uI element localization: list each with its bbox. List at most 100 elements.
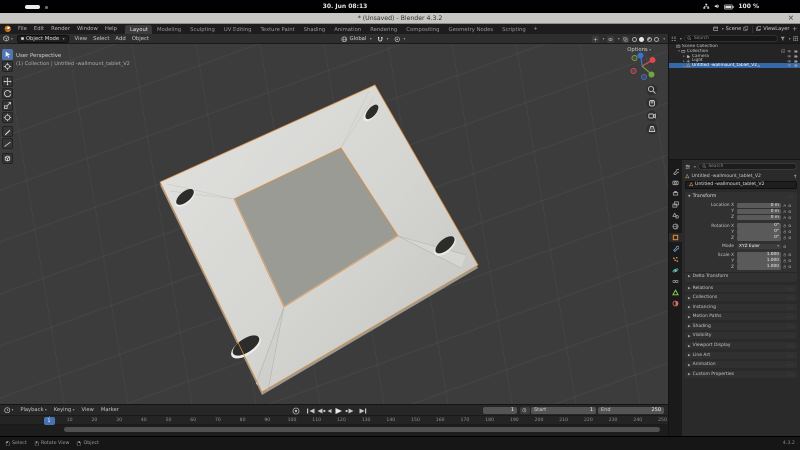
snap-magnet-icon[interactable] — [377, 36, 384, 43]
lock-icon[interactable] — [783, 265, 787, 269]
number-field[interactable]: 0 m — [737, 202, 781, 209]
timeline-menu-view[interactable]: View — [78, 407, 97, 413]
lock-icon[interactable] — [783, 253, 787, 257]
tool-annotate[interactable] — [2, 126, 13, 137]
playback-controls[interactable] — [306, 407, 368, 415]
panel-animation[interactable]: ▶ Animation:::: — [685, 361, 797, 369]
animate-decorator-icon[interactable] — [788, 210, 792, 214]
timeline-menu-marker[interactable]: Marker — [97, 407, 122, 413]
timeline-editor-type[interactable]: ▾ — [0, 407, 17, 414]
tab-scripting[interactable]: Scripting — [498, 25, 531, 34]
animate-decorator-icon[interactable] — [788, 224, 792, 228]
viewport-3d[interactable]: User Perspective (1) Collection | Untitl… — [0, 44, 668, 404]
viewport-menu-object[interactable]: Object — [129, 36, 152, 42]
pan-hand-icon[interactable] — [646, 97, 658, 109]
outliner-options-icon[interactable] — [792, 36, 799, 42]
tab-rendering[interactable]: Rendering — [366, 25, 402, 34]
panel-collections[interactable]: ▶ Collections:::: — [685, 294, 797, 302]
menu-render[interactable]: Render — [48, 24, 74, 34]
transform-panel-header[interactable]: ▼ Transform :::: — [685, 192, 797, 200]
new-scene-icon[interactable] — [743, 26, 749, 32]
number-field[interactable]: 1.000 — [737, 264, 781, 270]
timeline-ruler[interactable]: 1 10 20 30 40 50 60 70 80 90 100 110 120 130 140 150 16… — [0, 416, 668, 425]
tool-scale[interactable] — [2, 99, 13, 111]
new-viewlayer-icon[interactable] — [792, 26, 798, 32]
properties-tab-constraints[interactable] — [669, 277, 682, 286]
frame-start-field[interactable]: Start 1 — [531, 406, 596, 414]
menu-help[interactable]: Help — [101, 24, 120, 34]
panel-relations[interactable]: ▶ Relations:::: — [685, 284, 797, 292]
animate-decorator-icon[interactable] — [788, 259, 792, 263]
animate-decorator-icon[interactable] — [788, 230, 792, 234]
panel-instancing[interactable]: ▶ Instancing:::: — [685, 303, 797, 311]
orientation-selector[interactable]: Global — [350, 36, 367, 42]
number-field[interactable]: 0° — [737, 235, 781, 241]
tool-move[interactable] — [2, 75, 13, 87]
current-frame-field[interactable]: 1 — [483, 406, 517, 414]
properties-tab-output[interactable] — [669, 189, 682, 198]
lock-icon[interactable] — [783, 236, 787, 240]
tool-add-cube[interactable] — [2, 152, 13, 164]
editor-type-3d-icon[interactable]: ▾ — [3, 35, 13, 42]
animate-decorator-icon[interactable] — [788, 216, 792, 220]
navigation-gizmo[interactable] — [630, 52, 664, 136]
number-field[interactable]: 1.000 — [737, 258, 781, 264]
lock-icon[interactable] — [783, 203, 787, 208]
filter-funnel-icon[interactable] — [780, 36, 786, 42]
timeline-menu-playback[interactable]: Playback ▾ — [17, 407, 50, 413]
xray-icon[interactable] — [622, 35, 630, 43]
tab-shading[interactable]: Shading — [299, 25, 330, 34]
tab-compositing[interactable]: Compositing — [402, 25, 444, 34]
properties-tab-material[interactable] — [669, 299, 682, 308]
cam-restrict-icon[interactable] — [793, 63, 799, 68]
viewport-menu-add[interactable]: Add — [112, 36, 128, 42]
shading-rendered-icon[interactable] — [654, 36, 660, 42]
panel-visibility[interactable]: ▶ Visibility:::: — [685, 332, 797, 340]
animate-decorator-icon[interactable] — [783, 245, 787, 249]
mode-dropdown[interactable]: XYZ Euler ▾ — [737, 243, 781, 250]
number-field[interactable]: 0 m — [737, 208, 781, 215]
animate-decorator-icon[interactable] — [788, 204, 792, 208]
pin-icon[interactable] — [793, 174, 798, 179]
number-field[interactable]: 0 m — [737, 214, 781, 221]
outliner-editor-icon[interactable] — [671, 36, 677, 42]
panel-line-art[interactable]: ▶ Line Art:::: — [685, 351, 797, 359]
system-clock[interactable]: 30. Jun 08:13 — [300, 0, 390, 13]
overlays-icon[interactable] — [606, 35, 614, 43]
frame-end-field[interactable]: End 250 — [598, 406, 664, 414]
shading-material-icon[interactable] — [646, 36, 652, 42]
scene-selector[interactable]: Scene — [726, 26, 742, 32]
blender-logo-icon[interactable] — [4, 25, 12, 33]
tab-texture-paint[interactable]: Texture Paint — [256, 25, 299, 34]
animate-decorator-icon[interactable] — [788, 236, 792, 240]
properties-tab-object[interactable] — [669, 233, 682, 242]
lock-icon[interactable] — [783, 230, 787, 234]
panel-shading[interactable]: ▶ Shading:::: — [685, 322, 797, 330]
object-name-field[interactable]: Untitled -wallmount_tablet_V2 — [685, 180, 797, 189]
activities-indicator[interactable] — [25, 4, 40, 9]
viewport-menu-select[interactable]: Select — [90, 36, 112, 42]
number-field[interactable]: 0° — [737, 229, 781, 235]
properties-tab-physics[interactable] — [669, 266, 682, 275]
menu-file[interactable]: File — [15, 24, 31, 34]
proportional-edit-icon[interactable] — [394, 36, 401, 43]
properties-tab-scene[interactable] — [669, 211, 682, 220]
scrollbar-thumb[interactable] — [64, 427, 660, 432]
outliner-row-untitled-wallmount-tablet-v2[interactable]: ▸ Untitled -wallmount_tablet_V2 — [669, 63, 800, 68]
zoom-icon[interactable] — [646, 84, 658, 96]
tool-transform[interactable] — [2, 111, 13, 123]
number-field[interactable]: 0° — [737, 223, 781, 229]
panel-motion-paths[interactable]: ▶ Motion Paths:::: — [685, 313, 797, 321]
camera-view-icon[interactable] — [646, 110, 658, 122]
properties-tab-modifiers[interactable] — [669, 244, 682, 253]
tool-select-box[interactable] — [2, 49, 13, 60]
lock-icon[interactable] — [783, 215, 787, 220]
tab-layout[interactable]: Layout — [125, 24, 153, 34]
tab-uv-editing[interactable]: UV Editing — [219, 25, 256, 34]
tab-geometry-nodes[interactable]: Geometry Nodes — [444, 25, 498, 34]
tool-rotate[interactable] — [2, 87, 13, 99]
viewport-canvas[interactable] — [0, 44, 668, 404]
menu-edit[interactable]: Edit — [30, 24, 47, 34]
tool-cursor[interactable] — [2, 61, 13, 72]
close-icon[interactable]: × — [788, 13, 794, 24]
